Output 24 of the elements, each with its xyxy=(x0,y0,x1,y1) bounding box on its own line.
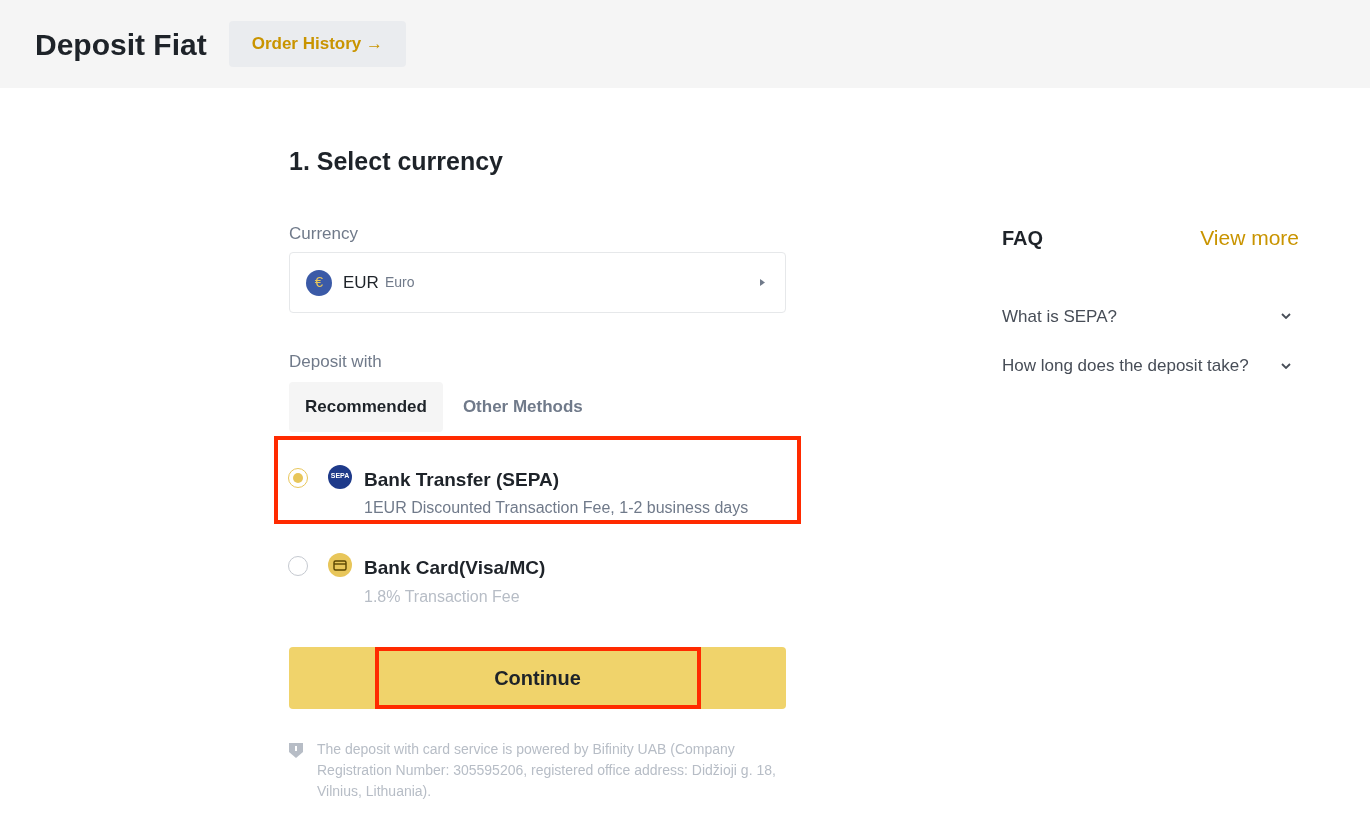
field-label: Deposit with xyxy=(289,351,383,373)
method-title: Bank Transfer (SEPA) xyxy=(364,467,560,492)
currency-select[interactable]: € EUR Euro xyxy=(289,252,786,313)
page-title: Deposit Fiat xyxy=(35,26,207,63)
caret-icon xyxy=(760,279,765,286)
shield-icon xyxy=(289,741,303,758)
method-detail: 1EUR Discounted Transaction Fee, 1-2 business days xyxy=(364,498,750,518)
method-tab[interactable]: Other Methods xyxy=(446,381,599,432)
method-tab[interactable]: Recommended xyxy=(289,381,443,432)
faq-item[interactable]: How long does the deposit take? xyxy=(1002,353,1299,379)
faq-item[interactable]: What is SEPA? xyxy=(1002,303,1299,329)
method-detail: 1.8% Transaction Fee xyxy=(364,586,521,607)
continue-button[interactable]: Continue xyxy=(289,646,786,709)
method-title: Bank Card(Visa/MC) xyxy=(364,556,547,580)
step-title: 1. Select currency xyxy=(289,146,504,177)
euro-coin-icon: € xyxy=(306,269,332,296)
faq-title: FAQ xyxy=(1002,225,1044,251)
disclaimer-text: The deposit with card service is powered by Bifinity UAB (Company Registration Number: 305595206, registered office address: Didžioji g. 18, Vilnius, Lithuania). xyxy=(317,739,777,801)
currency-name: Euro xyxy=(384,273,415,292)
payment-method-option[interactable]: Bank Card(Visa/MC) 1.8% Transaction Fee xyxy=(274,524,801,613)
card-icon xyxy=(328,553,352,577)
highlight-frame: Continue xyxy=(374,646,701,709)
currency-code: EUR xyxy=(343,271,379,294)
field-label: Currency xyxy=(289,222,359,245)
